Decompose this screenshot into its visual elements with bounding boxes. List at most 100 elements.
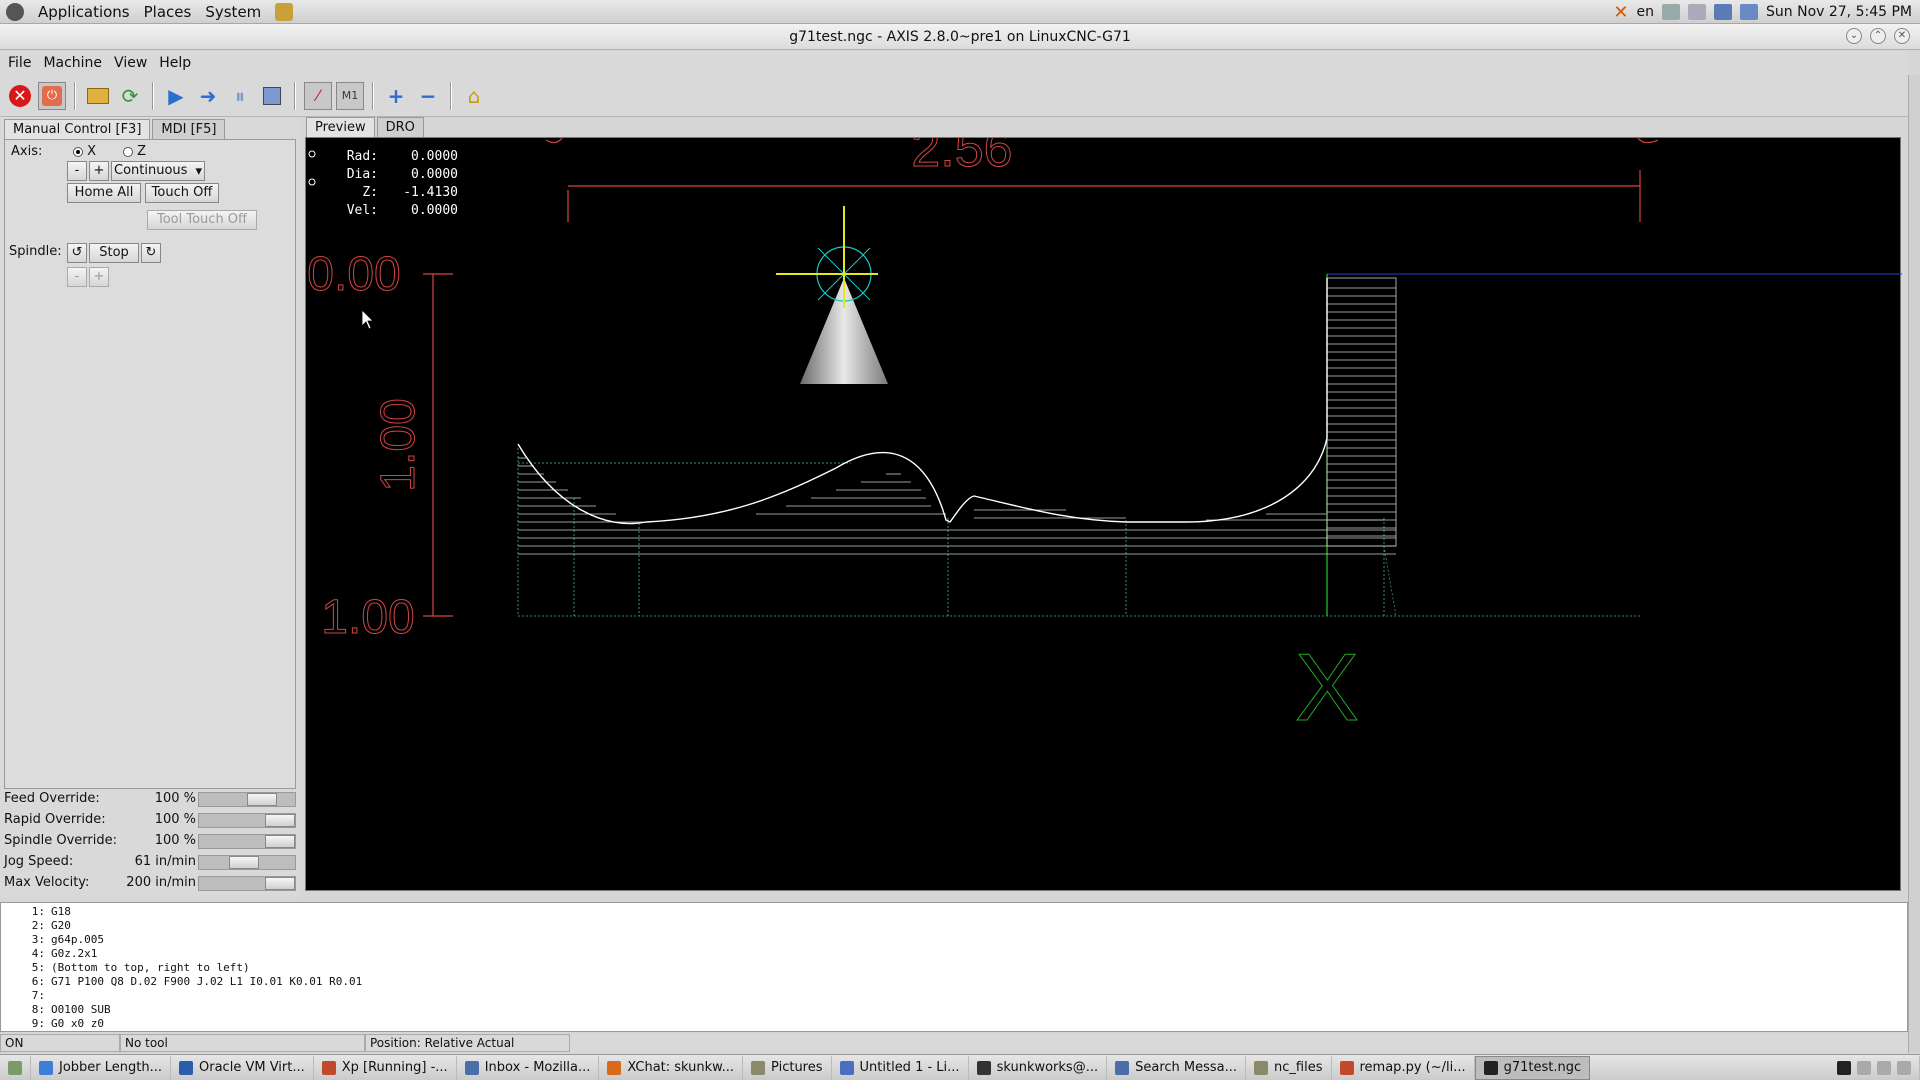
workspace-switcher[interactable]: [1829, 1055, 1920, 1080]
menu-machine[interactable]: Machine: [43, 55, 102, 71]
code-line[interactable]: 2: G20: [11, 919, 1907, 933]
menu-applications[interactable]: Applications: [38, 3, 130, 21]
menu-file[interactable]: File: [8, 55, 31, 71]
tab-manual-control[interactable]: Manual Control [F3]: [4, 119, 151, 139]
keyboard-layout-indicator[interactable]: en: [1637, 4, 1655, 20]
taskbar-item[interactable]: remap.py (~/li...: [1332, 1055, 1475, 1080]
status-bar: ON No tool Position: Relative Actual: [0, 1034, 1908, 1052]
jog-speed-slider[interactable]: [198, 855, 296, 870]
show-desktop-icon[interactable]: [0, 1055, 31, 1080]
taskbar-item[interactable]: Inbox - Mozilla...: [457, 1055, 600, 1080]
preview-canvas[interactable]: 2.56 0.00 1.00 1.00 X: [306, 138, 1902, 892]
taskbar-item[interactable]: Pictures: [743, 1055, 832, 1080]
axis-z-radio[interactable]: Z: [123, 144, 146, 159]
taskbar-item[interactable]: Xp [Running] -...: [314, 1055, 457, 1080]
minimize-button[interactable]: ⌄: [1846, 28, 1862, 44]
mail-icon: [464, 1060, 479, 1075]
reload-icon[interactable]: ⟳: [116, 82, 144, 110]
tab-dro[interactable]: DRO: [376, 117, 424, 137]
clock[interactable]: Sun Nov 27, 5:45 PM: [1766, 4, 1912, 20]
touch-off-button[interactable]: Touch Off: [145, 183, 219, 203]
step-icon[interactable]: ➜: [194, 82, 222, 110]
dro-row-vel: Vel: 0.0000: [346, 203, 458, 218]
menu-places[interactable]: Places: [144, 3, 192, 21]
code-line[interactable]: 1: G18: [11, 905, 1907, 919]
slider-thumb[interactable]: [265, 877, 295, 890]
tab-preview[interactable]: Preview: [306, 117, 375, 137]
open-file-icon[interactable]: [84, 82, 112, 110]
code-line[interactable]: 6: G71 P100 Q8 D.02 F900 J.02 L1 I0.01 K0…: [11, 975, 1907, 989]
run-icon[interactable]: ▶: [162, 82, 190, 110]
spindle-override-slider[interactable]: [198, 834, 296, 849]
spindle-cw-icon[interactable]: ↻: [141, 243, 161, 263]
volume-icon[interactable]: [1688, 4, 1707, 20]
zoom-out-icon[interactable]: −: [414, 82, 442, 110]
menu-help[interactable]: Help: [159, 55, 191, 71]
optional-stop-icon[interactable]: M1: [336, 81, 364, 110]
folder-icon: [751, 1060, 766, 1075]
code-line[interactable]: 9: G0 x0 z0: [11, 1017, 1907, 1031]
taskbar-item[interactable]: nc_files: [1246, 1055, 1332, 1080]
mic-icon[interactable]: [1662, 4, 1681, 20]
maximize-button[interactable]: ⌃: [1870, 28, 1886, 44]
machine-power-icon[interactable]: ⏻: [38, 81, 66, 110]
tool-touch-off-button[interactable]: Tool Touch Off: [147, 210, 257, 230]
axis-x-radio[interactable]: X: [73, 144, 96, 159]
taskbar-item[interactable]: skunkworks@...: [969, 1055, 1108, 1080]
axis-app-icon: [1483, 1060, 1498, 1075]
view-tabs: Preview DRO: [306, 117, 424, 137]
dim-width-label: 2.56: [911, 138, 1012, 178]
slider-thumb[interactable]: [265, 814, 295, 827]
code-line[interactable]: 4: G0z.2x1: [11, 947, 1907, 961]
home-all-button[interactable]: Home All: [67, 183, 141, 203]
close-window-button[interactable]: ✕: [1894, 28, 1910, 44]
jog-mode-value: Continuous: [114, 163, 188, 178]
taskbar-item[interactable]: Oracle VM Virt...: [171, 1055, 314, 1080]
code-line[interactable]: 7:: [11, 989, 1907, 1003]
spindle-stop-button[interactable]: Stop: [89, 243, 139, 263]
jog-plus-button[interactable]: +: [89, 161, 109, 181]
stop-icon[interactable]: [258, 82, 286, 110]
tab-mdi[interactable]: MDI [F5]: [152, 119, 226, 139]
taskbar-item[interactable]: XChat: skunkw...: [599, 1055, 744, 1080]
slider-thumb[interactable]: [229, 856, 259, 869]
clear-plot-icon[interactable]: ⌂: [460, 82, 488, 110]
code-line[interactable]: 3: g64p.005: [11, 933, 1907, 947]
max-velocity-slider[interactable]: [198, 876, 296, 891]
gnome-foot-icon[interactable]: [6, 2, 24, 21]
taskbar-item-active[interactable]: g71test.ngc: [1474, 1055, 1591, 1080]
stock-block: [1326, 277, 1397, 617]
menu-system[interactable]: System: [205, 3, 261, 21]
top-panel: Applications Places System ✕ en Sun Nov …: [0, 0, 1920, 24]
block-delete-icon[interactable]: ⁄: [304, 81, 332, 110]
code-line[interactable]: 8: O0100 SUB: [11, 1003, 1907, 1017]
taskbar-item[interactable]: Search Messa...: [1107, 1055, 1247, 1080]
gcode-listing[interactable]: 1: G18 2: G20 3: g64p.005 4: G0z.2x1 5: (Bott…: [0, 902, 1908, 1032]
right-scrollbar[interactable]: [1908, 75, 1920, 1053]
update-icon[interactable]: [275, 2, 294, 21]
spindle-minus-button[interactable]: -: [67, 267, 87, 287]
slider-thumb[interactable]: [247, 793, 277, 806]
network-icon[interactable]: [1714, 4, 1733, 20]
slider-thumb[interactable]: [265, 835, 295, 848]
taskbar-item[interactable]: Jobber Length...: [31, 1055, 172, 1080]
rapid-override-slider[interactable]: [198, 813, 296, 828]
toolpath-preview[interactable]: 2.56 0.00 1.00 1.00 X Rad: 0.0000 Dia: 0…: [305, 137, 1902, 892]
toolbar-separator: [152, 81, 154, 110]
jog-minus-button[interactable]: -: [67, 161, 87, 181]
rapid-override-row: Rapid Override: 100 %: [0, 812, 300, 830]
spindle-ccw-icon[interactable]: ↺: [67, 243, 87, 263]
estop-icon[interactable]: ✕: [6, 82, 34, 110]
zoom-in-icon[interactable]: +: [382, 82, 410, 110]
spindle-plus-button[interactable]: +: [89, 267, 109, 287]
pause-icon[interactable]: ⏸: [226, 82, 254, 110]
taskbar-item[interactable]: Untitled 1 - Li...: [832, 1055, 969, 1080]
code-line[interactable]: 5: (Bottom to top, right to left): [11, 961, 1907, 975]
close-x-tray-icon[interactable]: ✕: [1613, 2, 1628, 23]
jog-mode-select[interactable]: Continuous ▾: [111, 161, 205, 181]
feed-override-slider[interactable]: [198, 792, 296, 807]
window-titlebar[interactable]: g71test.ngc - AXIS 2.8.0~pre1 on LinuxCN…: [0, 24, 1920, 50]
battery-icon[interactable]: [1740, 4, 1759, 20]
toolbar-separator: [372, 81, 374, 110]
menu-view[interactable]: View: [114, 55, 147, 71]
